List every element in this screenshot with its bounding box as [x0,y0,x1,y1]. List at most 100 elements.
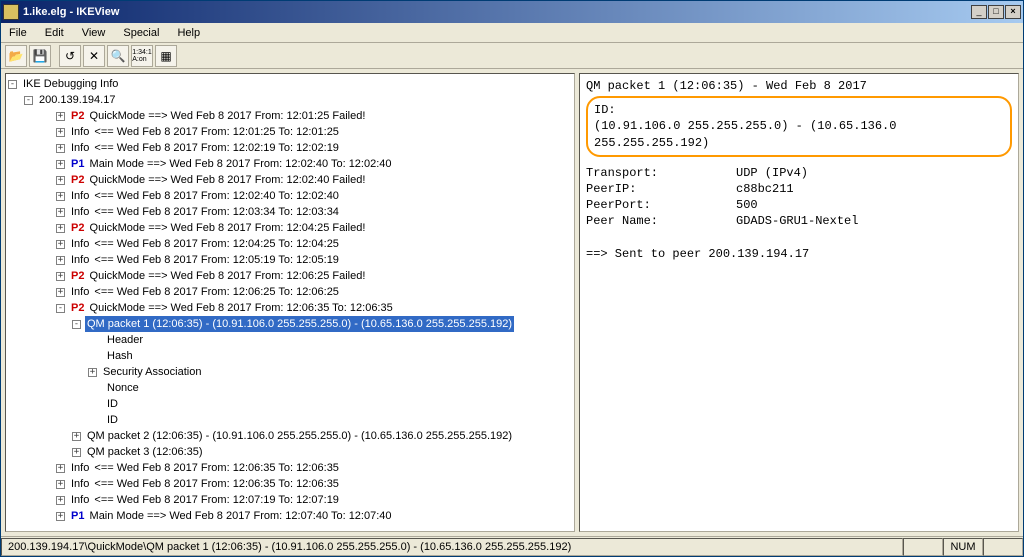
collapse-icon[interactable]: - [72,320,81,329]
tree-leaf-spacer [88,384,101,393]
expand-icon[interactable]: + [56,112,65,121]
menu-special[interactable]: Special [119,25,163,41]
phase-badge: P1 [71,158,84,170]
tree-row-label: Info <== Wed Feb 8 2017 From: 12:02:40 T… [69,188,341,204]
tree-row-label: Info <== Wed Feb 8 2017 From: 12:03:34 T… [69,204,341,220]
detail-sent: ==> Sent to peer 200.139.194.17 [586,246,1012,262]
expand-icon[interactable]: + [56,496,65,505]
tree-row[interactable]: + Info <== Wed Feb 8 2017 From: 12:06:35 … [8,460,572,476]
phase-badge: P2 [71,174,84,186]
search-icon[interactable]: 🔍 [107,45,129,67]
menu-help[interactable]: Help [173,25,204,41]
new-icon[interactable]: ▦ [155,45,177,67]
tree-row[interactable]: -QM packet 1 (12:06:35) - (10.91.106.0 2… [8,316,572,332]
expand-icon[interactable]: + [56,160,65,169]
tree-row[interactable]: + Info <== Wed Feb 8 2017 From: 12:02:40 … [8,188,572,204]
collapse-icon[interactable]: - [8,80,17,89]
tree-row[interactable]: ID [8,412,572,428]
menu-edit[interactable]: Edit [41,25,68,41]
tree-row[interactable]: + P2 QuickMode ==> Wed Feb 8 2017 From: 1… [8,172,572,188]
undo-icon[interactable]: ↺ [59,45,81,67]
save-icon[interactable]: 💾 [29,45,51,67]
tree-row[interactable]: +Info <== Wed Feb 8 2017 From: 12:06:25 … [8,284,572,300]
tree-row[interactable]: +QM packet 3 (12:06:35) [8,444,572,460]
detail-transport-value: UDP (IPv4) [736,165,808,181]
statusbar: 200.139.194.17\QuickMode\QM packet 1 (12… [1,536,1023,556]
content-area: - IKE Debugging Info - 200.139.194.17 + P… [1,69,1023,536]
options-icon[interactable]: 1:34:1A:on [131,45,153,67]
window-title: 1.ike.elg - IKEView [23,6,971,18]
expand-icon[interactable]: + [56,192,65,201]
tree-row-label: QM packet 1 (12:06:35) - (10.91.106.0 25… [85,316,514,332]
tree-row[interactable]: ID [8,396,572,412]
status-grip [983,538,1023,556]
menubar: File Edit View Special Help [1,23,1023,43]
expand-icon[interactable]: + [56,512,65,521]
tree-row-label: Info <== Wed Feb 8 2017 From: 12:07:19 T… [69,492,341,508]
tree-row-label: Info <== Wed Feb 8 2017 From: 12:06:35 T… [69,476,341,492]
tree-row[interactable]: Header [8,332,572,348]
expand-icon[interactable]: + [56,256,65,265]
expand-icon[interactable]: + [56,176,65,185]
tree-leaf-spacer [88,416,101,425]
expand-icon[interactable]: + [72,448,81,457]
tree-row[interactable]: +P2 QuickMode ==> Wed Feb 8 2017 From: 1… [8,108,572,124]
tree-row[interactable]: +QM packet 2 (12:06:35) - (10.91.106.0 2… [8,428,572,444]
tree-row-label: ID [105,396,120,412]
close-button[interactable]: × [1005,5,1021,19]
tree-row-label: P2 QuickMode ==> Wed Feb 8 2017 From: 12… [69,300,395,316]
menu-file[interactable]: File [5,25,31,41]
tree-row[interactable]: + Info <== Wed Feb 8 2017 From: 12:07:19 … [8,492,572,508]
tree-row[interactable]: + Info <== Wed Feb 8 2017 From: 12:03:34 … [8,204,572,220]
expand-icon[interactable]: + [56,144,65,153]
tree-pane[interactable]: - IKE Debugging Info - 200.139.194.17 + P… [5,73,575,532]
detail-peerport-value: 500 [736,197,758,213]
tree-row[interactable]: +Info <== Wed Feb 8 2017 From: 12:04:25 … [8,236,572,252]
tree-row[interactable]: + P2 QuickMode ==> Wed Feb 8 2017 From: 1… [8,268,572,284]
phase-badge: P1 [71,510,84,522]
menu-view[interactable]: View [78,25,110,41]
detail-pane[interactable]: QM packet 1 (12:06:35) - Wed Feb 8 2017 … [579,73,1019,532]
expand-icon[interactable]: + [56,240,65,249]
titlebar: 1.ike.elg - IKEView _ □ × [1,1,1023,23]
status-blank [903,538,943,556]
expand-icon[interactable]: + [72,432,81,441]
app-icon [3,4,19,20]
expand-icon[interactable]: + [56,464,65,473]
tree: - IKE Debugging Info - 200.139.194.17 + P… [6,74,574,526]
delete-icon[interactable]: ✕ [83,45,105,67]
tree-row-label: Info <== Wed Feb 8 2017 From: 12:05:19 T… [69,252,341,268]
expand-icon[interactable]: + [56,128,65,137]
tree-row[interactable]: Nonce [8,380,572,396]
expand-icon[interactable]: + [56,208,65,217]
minimize-button[interactable]: _ [971,5,987,19]
expand-icon[interactable]: + [88,368,97,377]
tree-row[interactable]: +Info <== Wed Feb 8 2017 From: 12:02:19 … [8,140,572,156]
tree-row[interactable]: +Security Association [8,364,572,380]
window: 1.ike.elg - IKEView _ □ × File Edit View… [0,0,1024,557]
tree-row-label: Info <== Wed Feb 8 2017 From: 12:06:35 T… [69,460,341,476]
expand-icon[interactable]: + [56,480,65,489]
maximize-button[interactable]: □ [988,5,1004,19]
expand-icon[interactable]: + [56,224,65,233]
tree-leaf-spacer [88,336,101,345]
tree-row[interactable]: + Info <== Wed Feb 8 2017 From: 12:06:35 … [8,476,572,492]
tree-row[interactable]: +P1 Main Mode ==> Wed Feb 8 2017 From: 1… [8,156,572,172]
tree-row[interactable]: +P2 QuickMode ==> Wed Feb 8 2017 From: 1… [8,220,572,236]
detail-peername-value: GDADS-GRU1-Nextel [736,213,858,229]
collapse-icon[interactable]: - [56,304,65,313]
tree-row[interactable]: +Info <== Wed Feb 8 2017 From: 12:01:25 … [8,124,572,140]
tree-row[interactable]: +P1 Main Mode ==> Wed Feb 8 2017 From: 1… [8,508,572,524]
tree-row[interactable]: + Info <== Wed Feb 8 2017 From: 12:05:19 … [8,252,572,268]
collapse-icon[interactable]: - [24,96,33,105]
open-icon[interactable]: 📂 [5,45,27,67]
tree-row-label: P2 QuickMode ==> Wed Feb 8 2017 From: 12… [69,172,367,188]
tree-row[interactable]: Hash [8,348,572,364]
phase-badge: P2 [71,270,84,282]
tree-row-label: P2 QuickMode ==> Wed Feb 8 2017 From: 12… [69,268,367,284]
expand-icon[interactable]: + [56,272,65,281]
tree-host[interactable]: - 200.139.194.17 [8,92,572,108]
tree-root[interactable]: - IKE Debugging Info [8,76,572,92]
expand-icon[interactable]: + [56,288,65,297]
tree-row[interactable]: -P2 QuickMode ==> Wed Feb 8 2017 From: 1… [8,300,572,316]
